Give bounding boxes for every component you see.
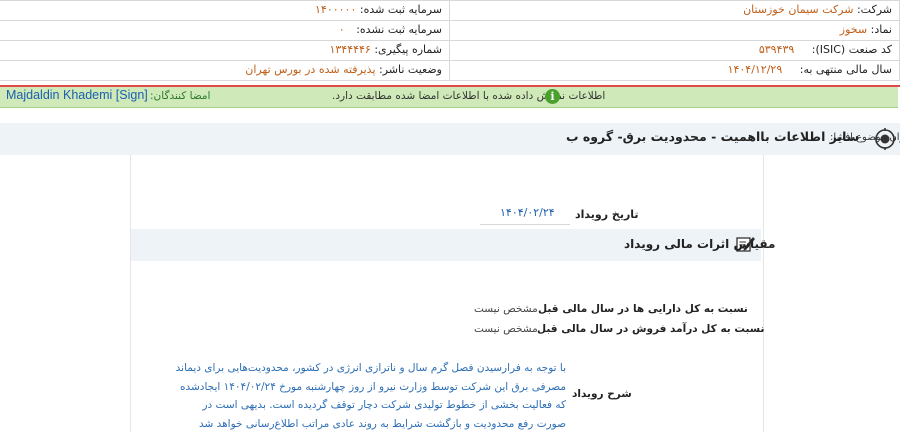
assets-ratio-value: مشخص نیست: [474, 303, 538, 315]
symbol-label: نماد:: [870, 23, 892, 36]
revenue-ratio-label: نسبت به کل درآمد فروش در سال مالی قبل: [537, 323, 765, 335]
unregistered-capital-value: ۰: [338, 23, 345, 36]
event-date-label: تاریخ رویداد: [575, 208, 639, 221]
verification-message: اطلاعات نمایش داده شده با اطلاعات امضا ش…: [332, 90, 606, 102]
event-description-label: شرح رویداد: [572, 388, 632, 400]
financial-impact-title: مقیاس اثرات مالی رویداد: [624, 237, 776, 251]
company-value: شرکت سیمان خوزستان: [743, 3, 854, 16]
company-label: شرکت:: [856, 3, 892, 16]
company-info-grid: شرکت: شرکت سیمان خوزستان نماد: سخوز کد ص…: [0, 0, 900, 81]
fiscal-year-label: سال مالی منتهی به:: [799, 63, 892, 76]
registered-capital-label: سرمایه ثبت شده:: [359, 3, 442, 16]
page-title: سایر اطلاعات بااهمیت - محدودیت برق- گروه…: [566, 129, 860, 144]
tracking-label: شماره پیگیری:: [374, 43, 442, 56]
publisher-status-value: پذیرفته شده در بورس تهران: [245, 63, 376, 76]
revenue-ratio-value: مشخص نیست: [474, 323, 538, 335]
tracking-value: ۱۳۴۴۴۴۶: [329, 43, 371, 56]
isic-value: ۵۳۹۴۳۹: [758, 43, 795, 56]
fiscal-year-value: ۱۴۰۴/۱۲/۲۹: [727, 63, 783, 76]
event-date-value: ۱۴۰۴/۰۲/۲۴: [500, 206, 555, 219]
info-icon: i: [545, 89, 560, 104]
publisher-status-label: وضعیت ناشر:: [379, 63, 442, 76]
event-description-text: با توجه به فرارسیدن فصل گرم سال و ناتراز…: [175, 362, 566, 430]
symbol-value: سخوز: [839, 23, 868, 36]
registered-capital-value: ۱۴۰۰۰۰۰: [315, 3, 357, 16]
date-underline: [480, 224, 570, 225]
isic-label: کد صنعت (ISIC):: [811, 43, 892, 56]
signer-link[interactable]: Majdaldin Khademi [Sign]: [6, 88, 148, 102]
signer-label: امضا کنندگان:: [150, 90, 211, 102]
unregistered-capital-label: سرمایه ثبت نشده:: [356, 23, 442, 36]
assets-ratio-label: نسبت به کل دارایی ها در سال مالی قبل: [538, 303, 748, 315]
